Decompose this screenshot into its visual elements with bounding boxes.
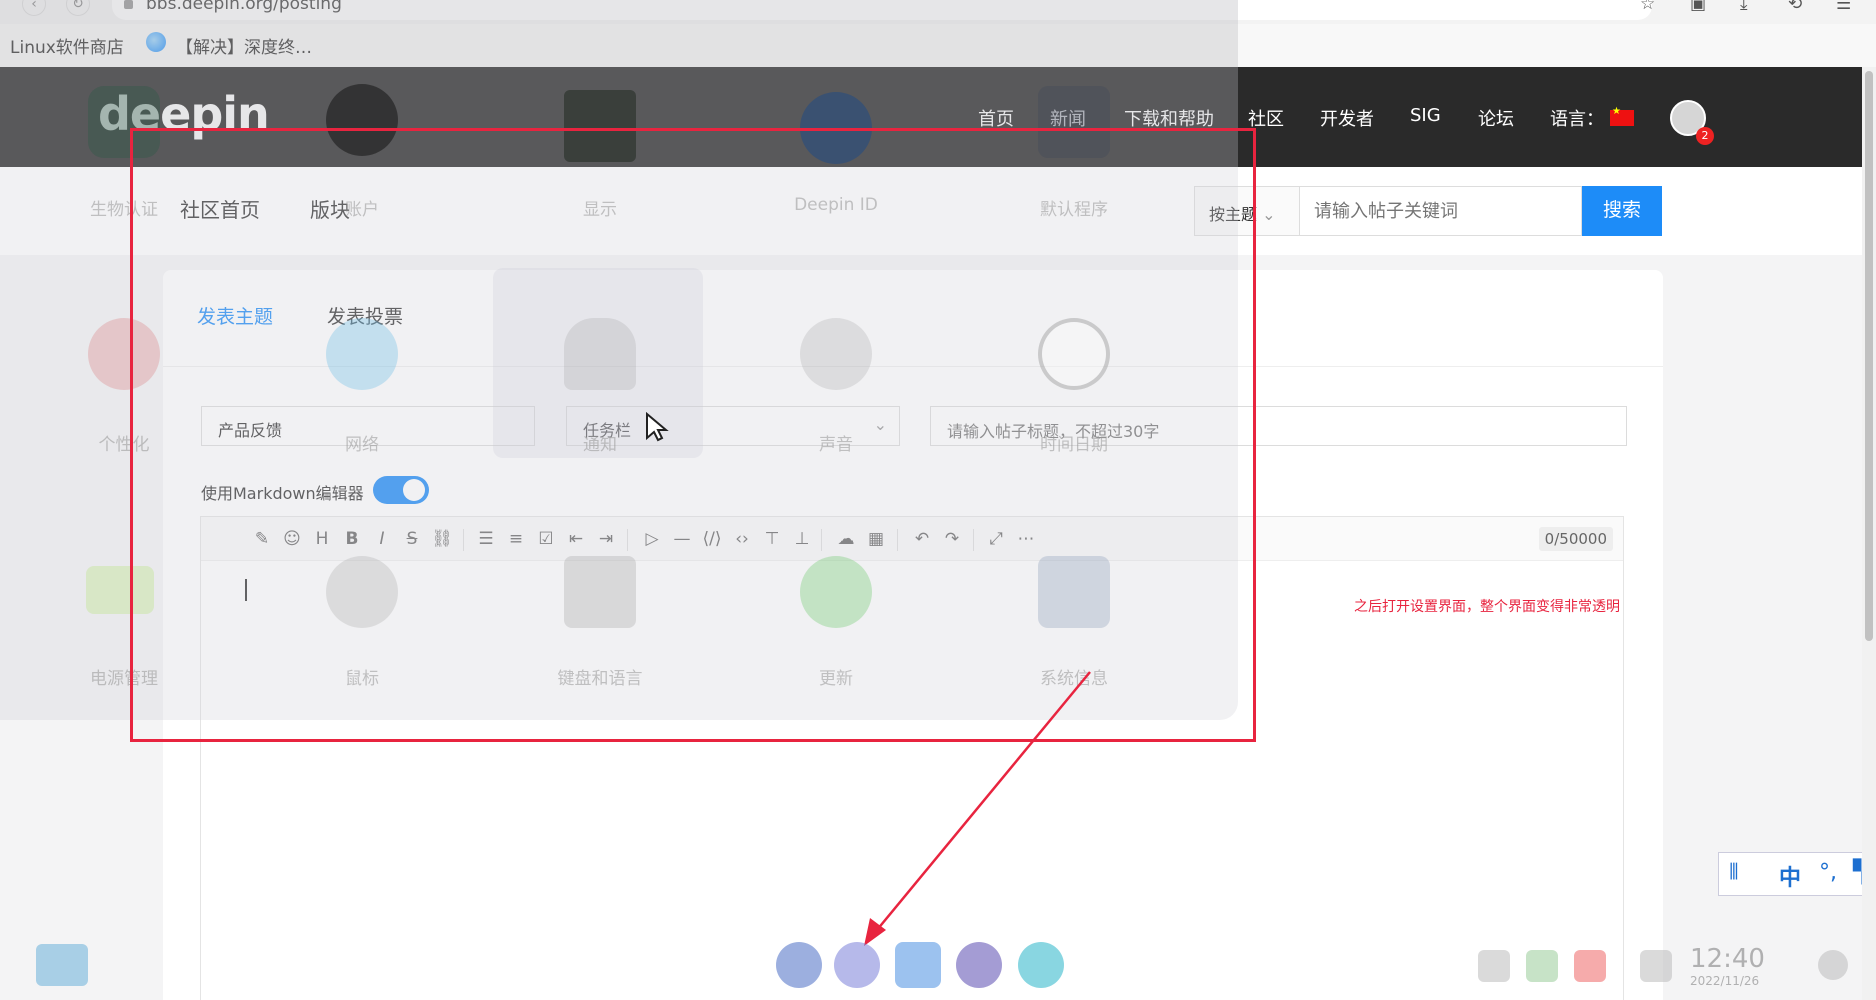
tray-back-icon[interactable] — [1478, 950, 1510, 982]
search-button[interactable]: 搜索 — [1582, 186, 1662, 236]
annotation-highlight-box — [130, 128, 1256, 742]
voice-input-icon[interactable]: ⦀ — [1729, 860, 1739, 885]
nav-sig[interactable]: SIG — [1410, 105, 1441, 126]
audio-dock-icon[interactable] — [1018, 942, 1064, 988]
extension-icon[interactable]: ▣ — [1690, 0, 1706, 14]
download-icon[interactable]: ⤓ — [1740, 0, 1748, 14]
search-input[interactable] — [1300, 186, 1582, 236]
app-store-dock-icon[interactable] — [895, 942, 941, 988]
recording-icon[interactable] — [1574, 950, 1606, 982]
menu-icon[interactable]: ☰ — [1836, 0, 1851, 14]
input-method-bar[interactable]: ⦀ 中 °, ▚ — [1718, 852, 1876, 896]
nav-forum[interactable]: 论坛 — [1478, 105, 1514, 131]
moon-dock-icon[interactable] — [776, 942, 822, 988]
char-counter: 0/50000 — [1538, 527, 1613, 551]
notification-badge: 2 — [1696, 127, 1714, 145]
china-flag-icon[interactable] — [1610, 106, 1634, 126]
notification-bell-icon[interactable] — [1818, 950, 1848, 980]
clock-date: 2022/11/26 — [1690, 974, 1760, 988]
history-icon[interactable]: ⟲ — [1788, 0, 1802, 14]
monitor-dock-icon[interactable] — [956, 942, 1002, 988]
star-icon[interactable]: ☆ — [1640, 0, 1655, 14]
clock-time[interactable]: 12:40 — [1690, 944, 1765, 974]
nav-developer[interactable]: 开发者 — [1320, 105, 1374, 131]
settings-dock-icon[interactable] — [834, 942, 880, 988]
annotation-text: 之后打开设置界面，整个界面变得非常透明 — [1354, 599, 1620, 615]
scroll-thumb[interactable] — [1865, 71, 1873, 641]
punctuation-icon[interactable]: °, — [1819, 860, 1837, 885]
chevron-down-icon: ⌄ — [1262, 205, 1276, 224]
battery-icon[interactable] — [1526, 950, 1558, 982]
terminal-dock-icon[interactable] — [36, 944, 88, 986]
page-scrollbar[interactable] — [1862, 67, 1876, 1000]
multitask-icon[interactable] — [1640, 950, 1672, 982]
ime-mode-label[interactable]: 中 — [1779, 860, 1801, 892]
nav-language[interactable]: 语言： — [1550, 105, 1604, 131]
